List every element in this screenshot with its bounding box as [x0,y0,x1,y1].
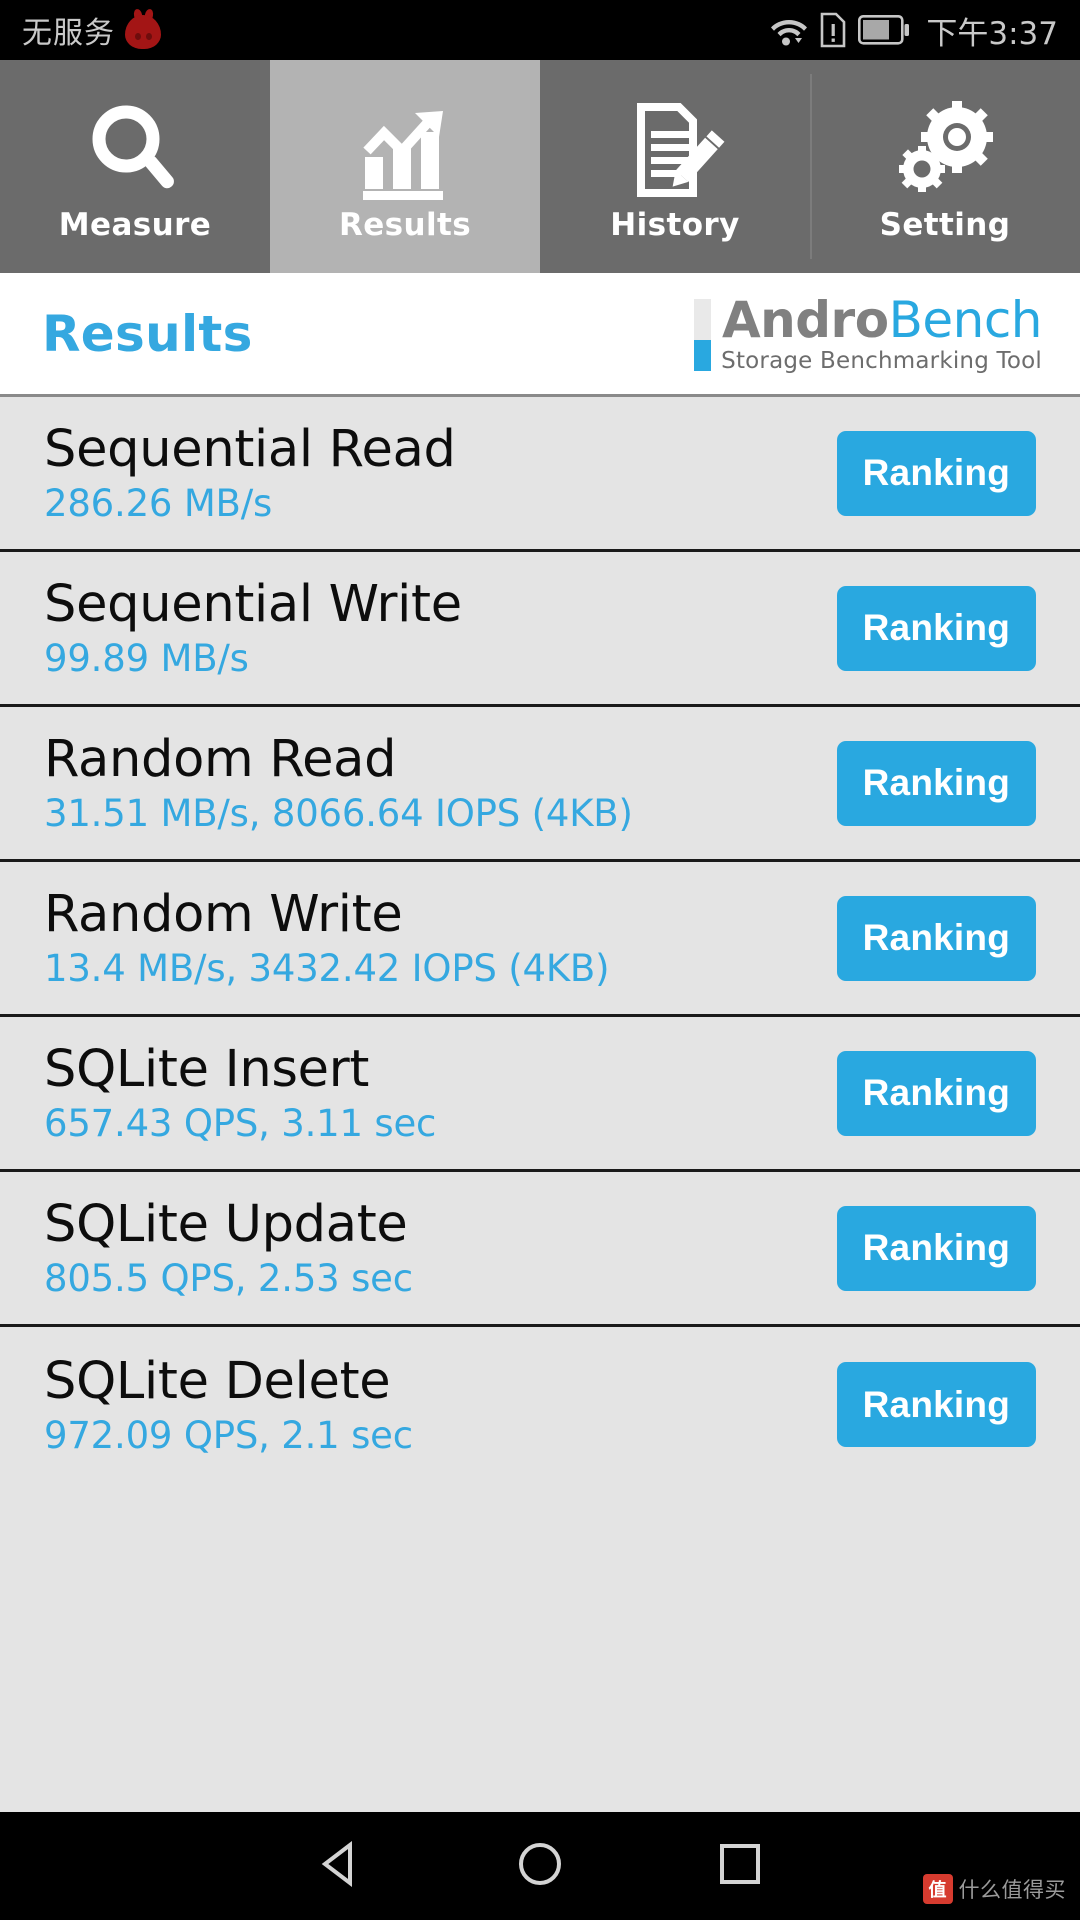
page-header: Results AndroBench Storage Benchmarking … [0,273,1080,397]
carrier-label: 无服务 [22,16,115,51]
results-list: Sequential Read 286.26 MB/s Ranking Sequ… [0,397,1080,1812]
logo-text: AndroBench Storage Benchmarking Tool [721,293,1042,374]
tab-history[interactable]: History [540,60,810,273]
clock-label: 下午3:37 [926,15,1058,52]
androbench-logo: AndroBench Storage Benchmarking Tool [694,293,1043,374]
tab-measure[interactable]: Measure [0,60,270,273]
watermark: 值 什么值得买 [922,1874,1067,1904]
result-value: 99.89 MB/s [44,637,249,680]
bar-chart-arrow-icon [353,97,457,205]
home-circle-icon [517,1841,563,1891]
app-screen: 无服务 下午3:37 Measure Results History Setti… [0,0,1080,1920]
gears-icon [893,97,997,205]
top-tab-bar: Measure Results History Setting [0,60,1080,273]
result-value: 657.43 QPS, 3.11 sec [44,1102,437,1145]
row-text: Random Write 13.4 MB/s, 3432.42 IOPS (4K… [44,885,610,990]
row-text: SQLite Update 805.5 QPS, 2.53 sec [44,1196,413,1300]
table-row[interactable]: Sequential Read 286.26 MB/s Ranking [0,397,1080,552]
wifi-icon [770,14,808,46]
watermark-badge: 值 [922,1874,953,1904]
result-title: Sequential Read [44,420,456,479]
antutu-flame-icon [125,8,161,49]
result-title: Random Write [44,885,403,944]
result-value: 286.26 MB/s [44,482,273,525]
ranking-button[interactable]: Ranking [836,1050,1036,1136]
tab-history-label: History [610,206,740,243]
ranking-button[interactable]: Ranking [836,430,1036,516]
table-row[interactable]: Random Write 13.4 MB/s, 3432.42 IOPS (4K… [0,862,1080,1017]
status-bar: 无服务 下午3:37 [0,0,1080,60]
result-value: 805.5 QPS, 2.53 sec [44,1257,413,1300]
table-row[interactable]: SQLite Update 805.5 QPS, 2.53 sec Rankin… [0,1172,1080,1327]
result-title: Sequential Write [44,575,462,634]
nav-back-button[interactable] [240,1812,440,1920]
ranking-button[interactable]: Ranking [836,1205,1036,1291]
row-text: SQLite Delete 972.09 QPS, 2.1 sec [44,1351,413,1457]
logo-subtitle: Storage Benchmarking Tool [721,348,1042,374]
ranking-button[interactable]: Ranking [836,1362,1036,1447]
table-row[interactable]: Random Read 31.51 MB/s, 8066.64 IOPS (4K… [0,707,1080,862]
nav-home-button[interactable] [440,1812,640,1920]
tab-setting-label: Setting [879,206,1011,243]
tab-setting[interactable]: Setting [810,60,1080,273]
nav-recents-button[interactable] [640,1812,840,1920]
tab-results[interactable]: Results [270,60,540,273]
result-value: 13.4 MB/s, 3432.42 IOPS (4KB) [44,947,610,990]
recents-square-icon [718,1842,762,1890]
ranking-button[interactable]: Ranking [836,740,1036,826]
row-text: Sequential Write 99.89 MB/s [44,576,462,680]
magnifier-icon [83,97,187,205]
ranking-button[interactable]: Ranking [836,585,1036,671]
result-value: 31.51 MB/s, 8066.64 IOPS (4KB) [44,792,633,835]
sim-card-alert-icon [820,12,846,48]
logo-andro-text: Andro [721,291,889,349]
tab-results-label: Results [338,206,472,243]
result-title: Random Read [44,730,397,789]
result-title: SQLite Insert [44,1040,370,1099]
status-bar-right: 下午3:37 [770,8,1058,53]
table-row[interactable]: Sequential Write 99.89 MB/s Ranking [0,552,1080,707]
ranking-button[interactable]: Ranking [836,895,1036,981]
table-row[interactable]: SQLite Delete 972.09 QPS, 2.1 sec Rankin… [0,1327,1080,1482]
result-value: 972.09 QPS, 2.1 sec [44,1413,413,1457]
tab-measure-label: Measure [58,206,212,243]
row-text: SQLite Insert 657.43 QPS, 3.11 sec [44,1041,436,1145]
android-navigation-bar: 值 什么值得买 [0,1812,1080,1920]
row-text: Random Read 31.51 MB/s, 8066.64 IOPS (4K… [44,731,633,835]
row-text: Sequential Read 286.26 MB/s [44,421,456,525]
table-row[interactable]: SQLite Insert 657.43 QPS, 3.11 sec Ranki… [0,1017,1080,1172]
result-title: SQLite Update [44,1195,408,1254]
back-triangle-icon [318,1840,362,1891]
logo-wordmark: AndroBench [721,291,1043,349]
logo-bench-text: Bench [888,291,1043,349]
page-title: Results [42,304,253,363]
status-bar-left: 无服务 [22,8,161,52]
document-pencil-icon [623,97,727,205]
battery-icon [858,15,910,45]
logo-bar-icon [694,299,712,371]
result-title: SQLite Delete [44,1351,391,1411]
watermark-text: 什么值得买 [958,1878,1066,1902]
